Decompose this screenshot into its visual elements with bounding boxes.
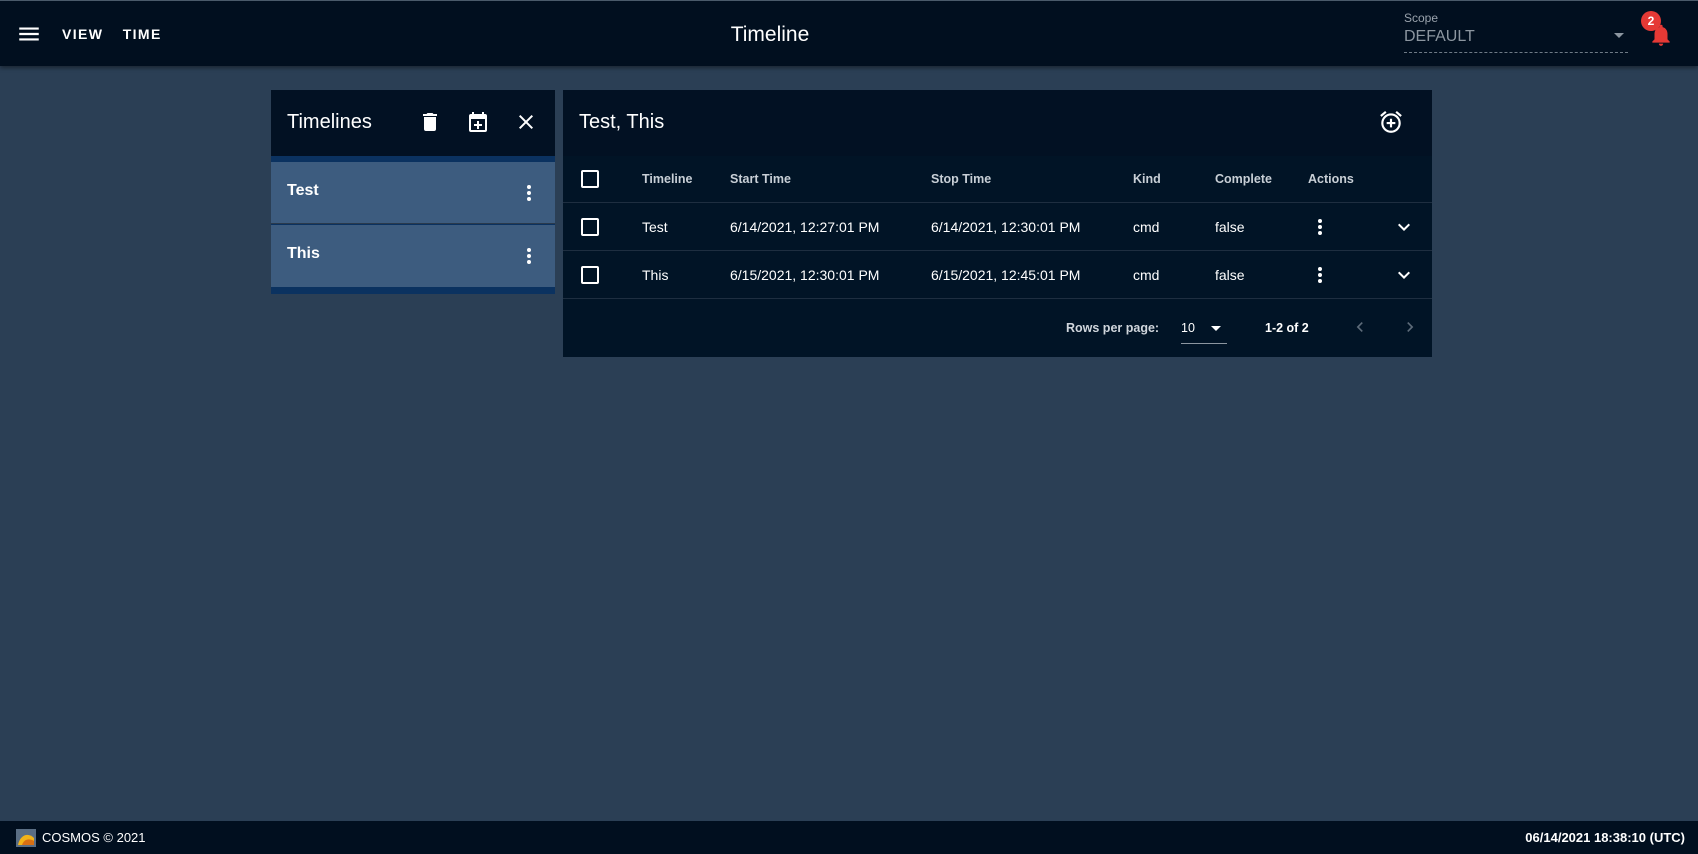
more-vertical-icon[interactable] [1308, 251, 1332, 298]
column-header-start-time[interactable]: Start Time [730, 156, 791, 202]
chevron-down-icon[interactable] [1392, 203, 1416, 250]
row-checkbox[interactable] [581, 217, 599, 236]
events-header: Test, This [563, 90, 1432, 156]
row-checkbox[interactable] [581, 265, 599, 284]
notification-badge: 2 [1641, 11, 1661, 31]
caret-down-icon [1211, 326, 1221, 331]
cell-kind: cmd [1133, 218, 1160, 235]
more-vertical-icon[interactable] [517, 244, 541, 268]
events-title: Test, This [579, 111, 665, 133]
cell-stop-time: 6/14/2021, 12:30:01 PM [931, 218, 1081, 235]
table-header-row: Timeline Start Time Stop Time Kind Compl… [563, 156, 1432, 203]
app-footer: COSMOS © 2021 06/14/2021 18:38:10 (UTC) [0, 821, 1698, 854]
caret-down-icon [1614, 33, 1624, 38]
timeline-item-test[interactable]: Test [271, 162, 555, 224]
table-pagination: Rows per page: 10 1-2 of 2 [563, 300, 1432, 357]
chevron-right-icon[interactable] [1400, 317, 1420, 337]
events-panel: Test, This Timeline Start Time Stop Time… [563, 90, 1432, 357]
timeline-item-label: Test [287, 182, 319, 199]
column-header-actions: Actions [1308, 172, 1354, 186]
column-header-kind[interactable]: Kind [1133, 156, 1161, 202]
column-header-stop-time[interactable]: Stop Time [931, 156, 991, 202]
app-bar: View Time Timeline Scope DEFAULT 2 [0, 0, 1698, 66]
column-header-complete[interactable]: Complete [1215, 156, 1272, 202]
timelines-panel: Timelines Test This [271, 90, 555, 294]
cell-complete: false [1215, 266, 1245, 283]
copyright-text: COSMOS © 2021 [42, 830, 146, 845]
page-info: 1-2 of 2 [1265, 321, 1309, 335]
delete-icon[interactable] [418, 110, 442, 134]
timelines-title: Timelines [287, 111, 372, 133]
cosmos-logo-icon [16, 829, 36, 847]
more-vertical-icon[interactable] [517, 181, 541, 205]
page-title: Timeline [730, 23, 810, 46]
cell-timeline: This [642, 266, 669, 283]
cell-complete: false [1215, 218, 1245, 235]
table-row: This 6/15/2021, 12:30:01 PM 6/15/2021, 1… [563, 251, 1432, 299]
column-header-timeline[interactable]: Timeline [642, 156, 692, 202]
cell-timeline: Test [642, 218, 668, 235]
table-row: Test 6/14/2021, 12:27:01 PM 6/14/2021, 1… [563, 203, 1432, 251]
scope-value: DEFAULT [1404, 28, 1475, 45]
calendar-plus-icon[interactable] [466, 110, 490, 134]
cell-kind: cmd [1133, 266, 1160, 283]
cell-start-time: 6/15/2021, 12:30:01 PM [730, 266, 880, 283]
select-all-checkbox[interactable] [581, 170, 599, 188]
timelines-header: Timelines [271, 90, 555, 156]
alarm-add-icon[interactable] [1378, 109, 1404, 135]
events-table: Timeline Start Time Stop Time Kind Compl… [563, 156, 1432, 299]
close-icon[interactable] [514, 110, 538, 134]
utc-clock: 06/14/2021 18:38:10 (UTC) [1525, 830, 1685, 845]
rows-per-page-select[interactable]: 10 [1181, 314, 1227, 344]
timeline-item-this[interactable]: This [271, 225, 555, 287]
timeline-item-label: This [287, 245, 320, 262]
chevron-down-icon[interactable] [1392, 251, 1416, 298]
scope-select[interactable]: Scope DEFAULT [1404, 11, 1628, 53]
cell-start-time: 6/14/2021, 12:27:01 PM [730, 218, 880, 235]
rows-per-page-label: Rows per page: [1066, 321, 1160, 335]
chevron-left-icon[interactable] [1350, 317, 1370, 337]
cell-stop-time: 6/15/2021, 12:45:01 PM [931, 266, 1081, 283]
more-vertical-icon[interactable] [1308, 203, 1332, 250]
scope-label: Scope [1404, 11, 1439, 25]
rows-per-page-value: 10 [1181, 321, 1195, 335]
